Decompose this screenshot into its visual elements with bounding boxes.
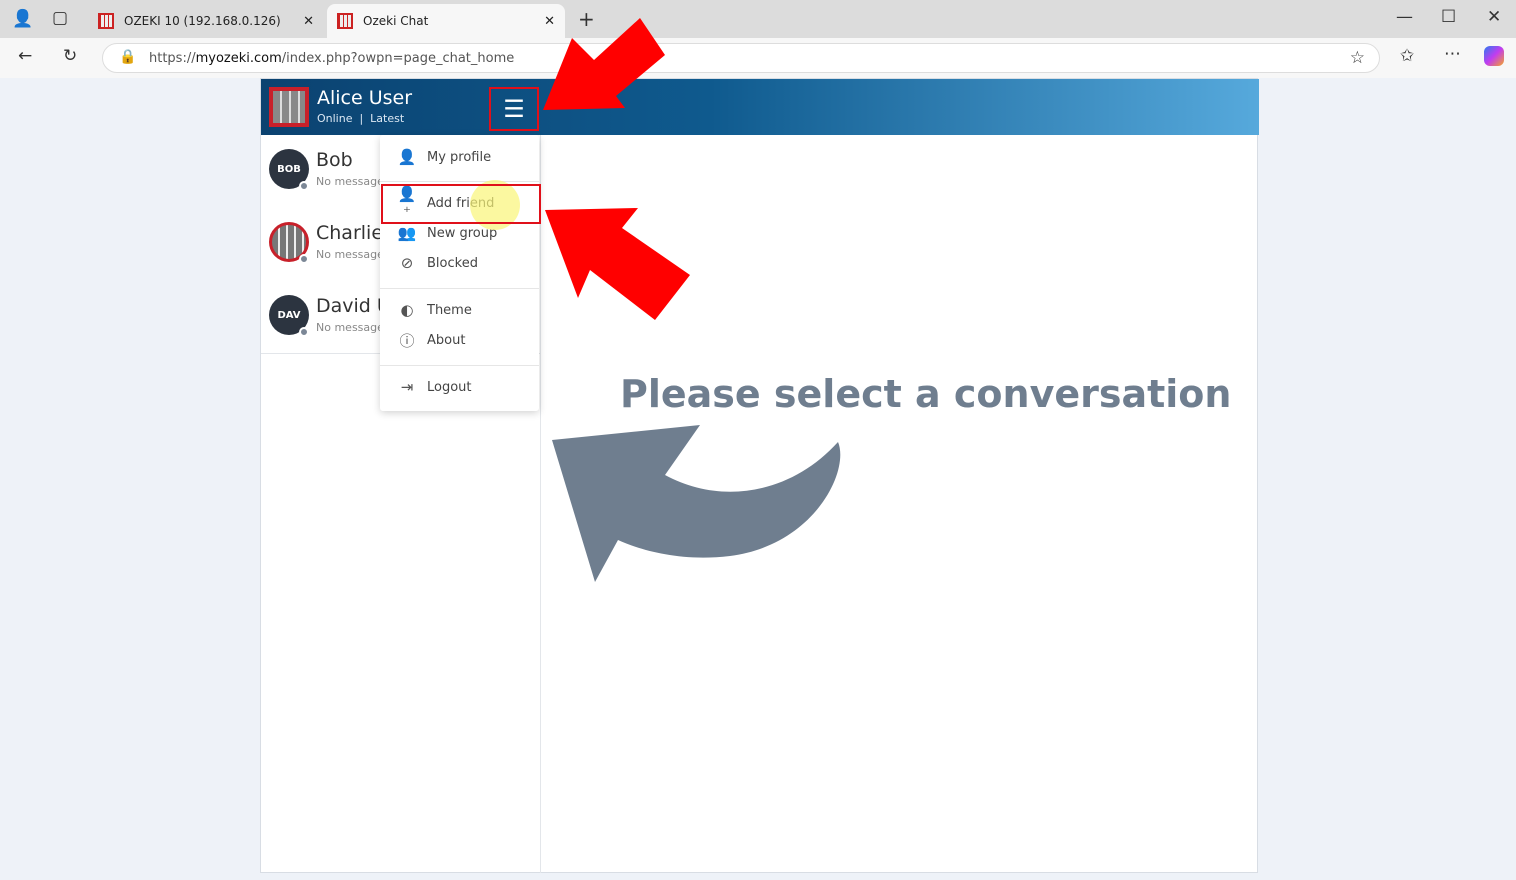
help-icon: ⓘ bbox=[399, 331, 415, 350]
theme-icon: ◐ bbox=[400, 301, 414, 319]
more-icon[interactable]: ⋯ bbox=[1444, 44, 1461, 64]
favorite-star-icon[interactable]: ☆ bbox=[1350, 48, 1365, 68]
divider bbox=[380, 181, 539, 182]
user-icon: 👤 bbox=[397, 148, 417, 166]
blocked-icon: ⊘ bbox=[400, 254, 414, 272]
browser-tab-bar: 👤 ▢ OZEKI 10 (192.168.0.126) ✕ Ozeki Chat… bbox=[0, 0, 1516, 38]
url-domain: myozeki.com bbox=[195, 50, 282, 66]
user-name: Alice User bbox=[317, 87, 413, 109]
divider bbox=[380, 288, 539, 289]
menu-label: Logout bbox=[427, 379, 472, 395]
users-plus-icon: 👥 bbox=[397, 224, 417, 242]
url-prefix: https:// bbox=[149, 50, 196, 66]
ozeki-logo bbox=[269, 87, 309, 127]
copilot-icon[interactable] bbox=[1484, 46, 1504, 66]
minimize-icon[interactable]: — bbox=[1396, 7, 1413, 27]
menu-item-blocked[interactable]: ⊘ Blocked bbox=[380, 249, 539, 277]
contact-name: Charlie bbox=[316, 222, 384, 244]
menu-label: My profile bbox=[427, 149, 492, 165]
status-dot bbox=[299, 254, 309, 264]
menu-item-my-profile[interactable]: 👤 My profile bbox=[380, 143, 539, 171]
last-message: No message bbox=[316, 321, 384, 334]
close-tab-icon[interactable]: ✕ bbox=[303, 14, 314, 29]
ozeki-favicon bbox=[98, 13, 114, 29]
menu-item-about[interactable]: ⓘ About bbox=[380, 326, 539, 354]
chat-header: Alice User Online | Latest ☰ bbox=[261, 79, 1259, 135]
last-message: No message bbox=[316, 248, 384, 261]
new-tab-icon[interactable]: + bbox=[578, 7, 595, 31]
tab-actions-icon[interactable]: ▢ bbox=[52, 8, 68, 28]
logout-icon: ⇥ bbox=[400, 378, 414, 396]
dropdown-menu: 👤 My profile 👤⁺ Add friend 👥 New group ⊘ Blo… bbox=[380, 135, 539, 411]
tab-ozeki-chat[interactable]: Ozeki Chat ✕ bbox=[327, 4, 565, 38]
reload-icon[interactable]: ↻ bbox=[63, 46, 77, 66]
select-conversation-prompt: Please select a conversation bbox=[620, 372, 1232, 416]
status-dot bbox=[299, 181, 309, 191]
status-dot bbox=[299, 327, 309, 337]
menu-label: Blocked bbox=[427, 255, 478, 271]
maximize-icon[interactable]: ☐ bbox=[1441, 7, 1456, 27]
menu-label: About bbox=[427, 332, 466, 348]
lock-icon[interactable]: 🔒 bbox=[119, 49, 136, 65]
divider bbox=[380, 365, 539, 366]
tab-title: OZEKI 10 (192.168.0.126) bbox=[124, 14, 281, 28]
back-icon[interactable]: ← bbox=[18, 46, 32, 66]
tab-title: Ozeki Chat bbox=[363, 14, 429, 28]
hamburger-icon: ☰ bbox=[503, 95, 525, 123]
url-field[interactable]: 🔒 https://myozeki.com/index.php?owpn=pag… bbox=[102, 43, 1380, 73]
profile-icon[interactable]: 👤 bbox=[12, 9, 33, 29]
user-status[interactable]: Online | Latest bbox=[317, 112, 404, 125]
menu-label: Theme bbox=[427, 302, 472, 318]
favorites-icon[interactable]: ✩ bbox=[1400, 46, 1414, 66]
close-tab-icon[interactable]: ✕ bbox=[544, 14, 555, 29]
contact-name: Bob bbox=[316, 149, 353, 171]
tab-ozeki10[interactable]: OZEKI 10 (192.168.0.126) ✕ bbox=[88, 4, 324, 38]
close-window-icon[interactable]: ✕ bbox=[1487, 7, 1501, 27]
add-friend-highlight-box bbox=[381, 184, 541, 224]
menu-item-logout[interactable]: ⇥ Logout bbox=[380, 373, 539, 401]
url-path: /index.php?owpn=page_chat_home bbox=[281, 50, 515, 66]
menu-item-theme[interactable]: ◐ Theme bbox=[380, 296, 539, 324]
last-message: No message bbox=[316, 175, 384, 188]
ozeki-favicon bbox=[337, 13, 353, 29]
address-bar-row: ← ↻ 🔒 https://myozeki.com/index.php?owpn… bbox=[0, 38, 1516, 78]
hamburger-menu-button[interactable]: ☰ bbox=[489, 87, 539, 131]
